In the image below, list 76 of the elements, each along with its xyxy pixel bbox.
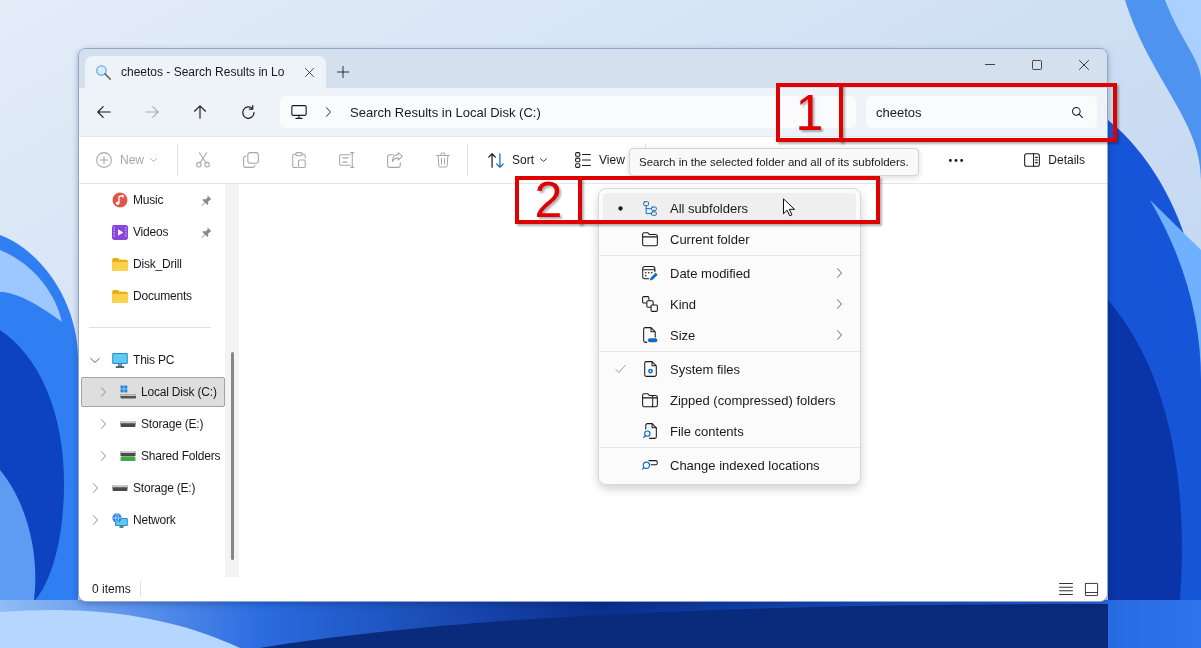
folder-icon bbox=[112, 289, 128, 303]
sort-button[interactable]: Sort bbox=[480, 144, 556, 176]
folder-icon bbox=[112, 257, 128, 271]
chevron-icon bbox=[837, 299, 842, 309]
refresh-icon bbox=[241, 105, 255, 119]
item-count: 0 items bbox=[92, 582, 131, 596]
nav-item[interactable]: This PC bbox=[81, 345, 225, 375]
nav-item[interactable]: Shared Folders bbox=[81, 441, 225, 471]
menu-item[interactable]: Zipped (compressed) folders bbox=[603, 385, 856, 415]
chevron-icon bbox=[837, 268, 842, 278]
zip-folder-icon bbox=[642, 393, 658, 407]
forward-arrow-icon bbox=[145, 106, 159, 118]
nav-item[interactable]: Music bbox=[81, 185, 225, 215]
network-drive-icon bbox=[120, 451, 136, 461]
nav-item[interactable]: Storage (E:) bbox=[81, 473, 225, 503]
breadcrumb-item[interactable]: Search Results in Local Disk (C:) bbox=[350, 104, 541, 120]
plus-circle-icon bbox=[96, 152, 112, 168]
share-icon bbox=[387, 152, 403, 168]
list-view-icon bbox=[575, 152, 592, 168]
up-arrow-icon bbox=[194, 105, 206, 119]
music-icon bbox=[112, 192, 128, 208]
nav-item[interactable]: Disk_Drill bbox=[81, 249, 225, 279]
scissors-icon bbox=[196, 152, 210, 168]
monitor-icon bbox=[291, 105, 307, 119]
mouse-cursor-icon bbox=[783, 198, 795, 217]
plus-icon bbox=[337, 66, 349, 78]
chevron-icon bbox=[837, 330, 842, 340]
menu-item[interactable]: Size bbox=[603, 320, 856, 350]
clipboard-icon bbox=[292, 152, 306, 168]
tab[interactable]: cheetos - Search Results in Lo bbox=[85, 56, 326, 88]
side-panel-icon bbox=[1024, 153, 1041, 167]
nav-item[interactable]: Network bbox=[81, 505, 225, 535]
menu-item[interactable]: System files bbox=[603, 354, 856, 384]
rename-icon bbox=[339, 152, 355, 168]
windows-drive-icon bbox=[120, 385, 136, 399]
drive-icon bbox=[120, 421, 136, 427]
globe-monitor-icon bbox=[112, 512, 128, 528]
scrollbar-thumb[interactable] bbox=[230, 352, 234, 560]
search-icon bbox=[1072, 106, 1083, 118]
tooltip: Search in the selected folder and all of its subfolders. bbox=[629, 148, 919, 176]
chevron-icon bbox=[326, 107, 331, 117]
sort-icon bbox=[488, 152, 504, 168]
minimize-icon bbox=[984, 64, 995, 65]
more-icon bbox=[948, 158, 965, 162]
search-field[interactable]: cheetos bbox=[866, 96, 1097, 128]
document-search-icon bbox=[643, 423, 657, 439]
video-icon bbox=[112, 224, 128, 240]
search-tag-icon bbox=[642, 459, 658, 471]
copy-icon bbox=[243, 152, 259, 168]
nav-item[interactable]: Videos bbox=[81, 217, 225, 247]
nav-item[interactable]: Storage (E:) bbox=[81, 409, 225, 439]
close-icon bbox=[304, 67, 314, 77]
back-arrow-icon bbox=[97, 106, 111, 118]
drive-icon bbox=[112, 485, 128, 491]
close-icon bbox=[1078, 59, 1089, 70]
scrollbar[interactable] bbox=[225, 184, 239, 577]
folder-icon bbox=[642, 232, 658, 246]
document-icon bbox=[642, 327, 658, 343]
search-icon bbox=[96, 64, 111, 80]
menu-item[interactable]: Current folder bbox=[603, 224, 856, 254]
trash-icon bbox=[436, 152, 450, 168]
menu-item[interactable]: Change indexed locations bbox=[603, 450, 856, 480]
menu-item[interactable]: File contents bbox=[603, 416, 856, 446]
menu-item[interactable]: Kind bbox=[603, 289, 856, 319]
nav-item[interactable]: Documents bbox=[81, 281, 225, 311]
shapes-icon bbox=[642, 296, 658, 312]
details-view-icon[interactable] bbox=[1059, 583, 1073, 595]
folder-tree-icon bbox=[643, 200, 657, 216]
maximize-icon bbox=[1031, 59, 1042, 70]
menu-item[interactable]: Date modified bbox=[603, 258, 856, 288]
details-button[interactable]: Details bbox=[1016, 144, 1093, 176]
calendar-icon bbox=[642, 265, 658, 281]
preview-view-icon[interactable] bbox=[1085, 582, 1098, 596]
computer-icon bbox=[112, 352, 128, 368]
nav-item[interactable]: Local Disk (C:) bbox=[81, 377, 225, 407]
document-gear-icon bbox=[643, 361, 657, 377]
